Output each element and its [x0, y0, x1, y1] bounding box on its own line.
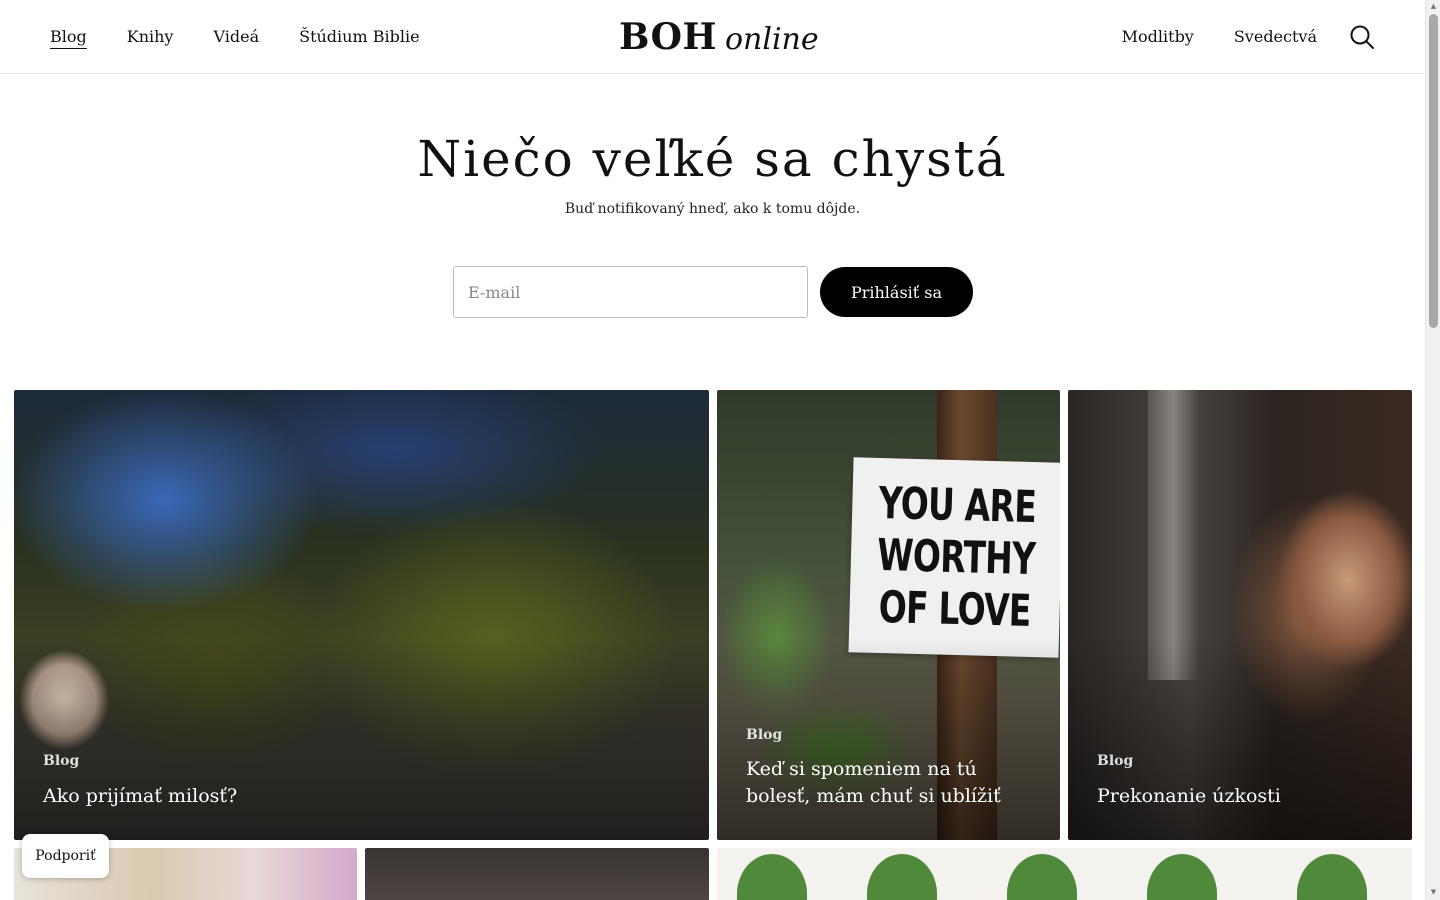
- scroll-up-icon[interactable]: ▲: [1429, 2, 1438, 10]
- leaf-image: [1297, 854, 1367, 900]
- post-image-sign: YOU ARE WORTHY OF LOVE: [848, 457, 1060, 658]
- post-title[interactable]: Keď si spomeniem na tú bolesť, mám chuť …: [746, 756, 1031, 810]
- logo-italic-text: online: [724, 22, 819, 57]
- leaf-image: [867, 854, 937, 900]
- post-category[interactable]: Blog: [746, 727, 782, 743]
- post-card-5[interactable]: [365, 848, 709, 900]
- primary-nav: Blog Knihy Videá Štúdium Biblie: [50, 26, 420, 49]
- site-header: Blog Knihy Videá Štúdium Biblie BOH onli…: [0, 0, 1425, 74]
- post-card-3[interactable]: Blog Prekonanie úzkosti: [1068, 390, 1412, 840]
- nav-blog[interactable]: Blog: [50, 26, 87, 49]
- post-category[interactable]: Blog: [43, 753, 79, 769]
- nav-videa[interactable]: Videá: [213, 26, 259, 49]
- hero-subtitle: Buď notifikovaný hneď, ako k tomu dôjde.: [564, 201, 861, 217]
- post-category[interactable]: Blog: [1097, 753, 1133, 769]
- search-icon[interactable]: [1349, 24, 1375, 50]
- nav-svedectva[interactable]: Svedectvá: [1234, 26, 1317, 48]
- nav-studium-biblie[interactable]: Štúdium Biblie: [299, 26, 419, 49]
- post-card-1[interactable]: Blog Ako prijímať milosť?: [14, 390, 709, 840]
- nav-modlitby[interactable]: Modlitby: [1122, 26, 1194, 48]
- nav-knihy[interactable]: Knihy: [127, 26, 174, 49]
- post-card-2[interactable]: YOU ARE WORTHY OF LOVE Blog Keď si spome…: [717, 390, 1060, 840]
- support-button[interactable]: Podporiť: [22, 834, 109, 878]
- leaf-image: [1147, 854, 1217, 900]
- secondary-nav: Modlitby Svedectvá: [1122, 26, 1317, 48]
- hero-title: Niečo veľké sa chystá: [417, 130, 1008, 188]
- leaf-image: [737, 854, 807, 900]
- post-title[interactable]: Ako prijímať milosť?: [43, 783, 680, 810]
- post-image-window: [1148, 390, 1198, 680]
- site-logo[interactable]: BOH online: [619, 16, 819, 58]
- sign-text: YOU ARE WORTHY OF LOVE: [876, 477, 1037, 637]
- scroll-down-icon[interactable]: ▼: [1429, 888, 1438, 896]
- subscribe-button[interactable]: Prihlásiť sa: [820, 267, 973, 317]
- post-title[interactable]: Prekonanie úzkosti: [1097, 783, 1383, 810]
- email-input[interactable]: [453, 266, 808, 318]
- logo-bold-text: BOH: [619, 16, 717, 58]
- scrollbar-thumb[interactable]: [1429, 14, 1438, 328]
- scrollbar[interactable]: ▲ ▼: [1425, 0, 1440, 900]
- leaf-image: [1007, 854, 1077, 900]
- post-card-6[interactable]: [717, 848, 1412, 900]
